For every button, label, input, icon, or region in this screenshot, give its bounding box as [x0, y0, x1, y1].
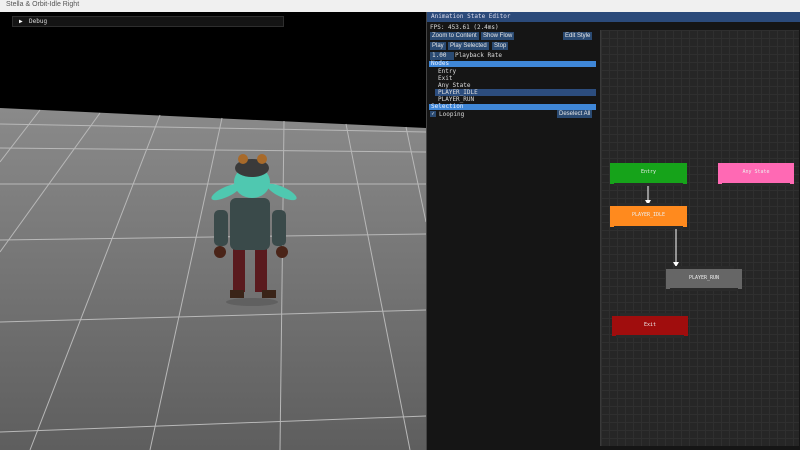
node-list-item-label: Any State: [438, 82, 471, 89]
node-list-item-label: PLAYER_RUN: [438, 96, 475, 103]
graph-node-exit[interactable]: Exit: [612, 313, 688, 338]
edit-style-button[interactable]: Edit Style: [563, 32, 593, 40]
nodes-header-label: Nodes: [431, 60, 450, 67]
panel-header[interactable]: Animation State Editor: [427, 12, 800, 22]
debug-label: Debug: [29, 18, 48, 25]
graph-node-player-idle[interactable]: PLAYER_IDLE: [610, 203, 687, 229]
graph-node-label: Exit: [643, 322, 657, 328]
animation-state-editor-panel: Animation State Editor FPS: 453.61 (2.4m…: [426, 12, 800, 450]
debug-window-header[interactable]: ▶ Debug: [12, 16, 284, 27]
node-list-item-exit[interactable]: Exit: [435, 75, 596, 82]
node-list-item-label: Entry: [438, 68, 457, 75]
looping-label: Looping: [439, 111, 465, 118]
looping-checkbox[interactable]: ✓: [430, 111, 436, 117]
node-list-item-label: Exit: [438, 75, 453, 82]
graph-node-label: Entry: [640, 169, 657, 175]
graph-node-entry[interactable]: Entry: [610, 163, 687, 186]
deselect-all-button[interactable]: Deselect All: [557, 110, 593, 118]
stop-button[interactable]: Stop: [492, 42, 509, 50]
collapse-triangle-icon[interactable]: ▶: [19, 18, 23, 25]
show-flow-button[interactable]: Show Flow: [481, 32, 515, 40]
play-selected-button[interactable]: Play Selected: [448, 42, 489, 50]
play-button[interactable]: Play: [430, 42, 446, 50]
zoom-to-content-button[interactable]: Zoom to Content: [430, 32, 479, 40]
state-graph-canvas[interactable]: Entry Any State PLAYER_IDLE PLAYER_RUN E…: [600, 30, 799, 446]
transition-arrows: [645, 185, 679, 267]
node-list-item-label: PLAYER_IDLE: [438, 89, 478, 96]
selection-header-label: Selection: [431, 103, 464, 110]
panel-title: Animation State Editor: [431, 13, 511, 20]
3d-viewport[interactable]: ▶ Debug: [0, 12, 426, 450]
window-title: Stella & Orbit-Idle Right: [6, 1, 80, 8]
playback-rate-slider[interactable]: 1.00: [430, 52, 454, 60]
fps-readout: FPS: 453.61 (2.4ms): [430, 24, 499, 31]
graph-node-any-state[interactable]: Any State: [718, 163, 794, 186]
graph-node-player-run[interactable]: PLAYER_RUN: [666, 266, 742, 291]
node-list-item-entry[interactable]: Entry: [435, 68, 596, 75]
graph-node-label: PLAYER_IDLE: [631, 212, 666, 218]
scene-render: [0, 108, 426, 450]
graph-node-label: PLAYER_RUN: [688, 275, 720, 281]
node-list-item-player-idle[interactable]: PLAYER_IDLE: [435, 89, 596, 96]
graph-node-label: Any State: [742, 169, 770, 175]
node-list-item-any-state[interactable]: Any State: [435, 82, 596, 89]
playback-rate-label: Playback Rate: [455, 52, 502, 59]
node-list-item-player-run[interactable]: PLAYER_RUN: [435, 96, 596, 103]
nodes-header[interactable]: Nodes: [429, 60, 596, 67]
